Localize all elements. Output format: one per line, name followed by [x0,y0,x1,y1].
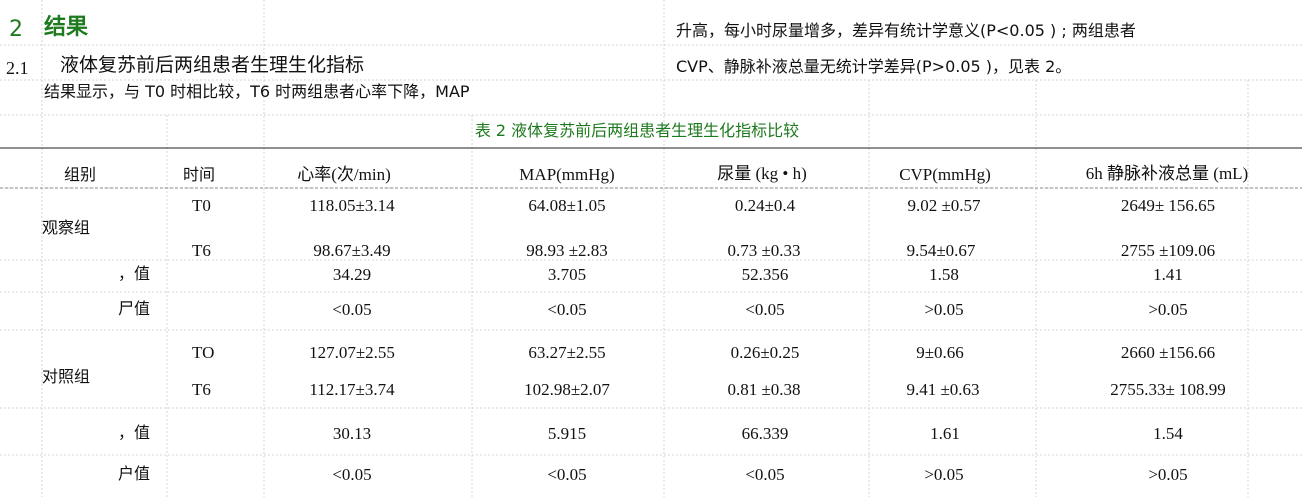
header-group: 组别 [64,165,97,184]
cell-map: 5.915 [547,424,587,443]
cell-cvp: 1.61 [930,424,960,443]
row-time: T6 [192,241,211,260]
section-title: 结果 [44,15,89,40]
cell-fluid-total: 1.54 [1153,424,1183,443]
cell-heart-rate: 30.13 [332,424,372,443]
cell-cvp: >0.05 [924,300,964,319]
cell-heart-rate: 127.07±2.55 [309,343,395,362]
cell-fluid-total: 2660 ±156.66 [1120,343,1216,362]
cell-map: 63.27±2.55 [528,343,606,362]
cell-fluid-total: 2755 ±109.06 [1120,241,1216,260]
header-fluid-total: 6h 静脉补液总量 (mL) [1085,164,1249,183]
cell-urine: 0.81 ±0.38 [727,380,801,399]
group-name-control: 对照组 [42,367,91,386]
row-time: T0 [192,196,211,215]
row-time: T6 [192,380,211,399]
results-text-line3: CVP、静脉补液总量无统计学差异(P>0.05 )，见表 2。 [676,57,1072,76]
subsection-number: 2.1 [6,58,29,78]
cell-cvp: 1.58 [929,265,959,284]
header-heart-rate: 心率(次/min) [297,165,391,184]
header-time: 时间 [183,165,216,184]
cell-fluid-total: >0.05 [1148,465,1188,484]
header-urine: 尿量 (kg • h) [717,164,807,183]
cell-heart-rate: 118.05±3.14 [309,196,395,215]
stat-label-t: ，值 [117,264,150,283]
cell-heart-rate: 112.17±3.74 [309,380,395,399]
row-time: TO [192,343,215,362]
cell-heart-rate: 34.29 [332,265,372,284]
cell-cvp: 9.02 ±0.57 [907,196,981,215]
subsection-title: 液体复苏前后两组患者生理生化指标 [60,54,365,76]
cell-cvp: 9±0.66 [916,343,964,362]
cell-urine: 66.339 [741,424,789,443]
cell-fluid-total: >0.05 [1148,300,1188,319]
cell-fluid-total: 2649± 156.65 [1120,196,1216,215]
cell-urine: 0.73 ±0.33 [727,241,801,260]
cell-urine: 52.356 [741,265,789,284]
results-text-line2: 升高，每小时尿量增多，差异有统计学意义(P<0.05 ) ; 两组患者 [676,21,1136,40]
cell-cvp: 9.54±0.67 [906,241,976,260]
stat-label-p: 户值 [117,464,150,483]
cell-map: 3.705 [547,265,587,284]
cell-map: 64.08±1.05 [528,196,606,215]
cell-cvp: 9.41 ±0.63 [906,380,980,399]
cell-cvp: >0.05 [924,465,964,484]
cell-map: <0.05 [547,465,587,484]
stat-label-p: 尸值 [117,299,150,318]
cell-urine: <0.05 [745,465,785,484]
cell-urine: 0.26±0.25 [730,343,800,362]
cell-map: <0.05 [547,300,587,319]
results-text-line1: 结果显示，与 T0 时相比较，T6 时两组患者心率下降，MAP [44,82,470,101]
section-number: 2 [9,17,23,42]
table-caption: 表 2 液体复苏前后两组患者生理生化指标比较 [474,121,800,140]
header-cvp: CVP(mmHg) [899,165,991,184]
cell-urine: 0.24±0.4 [734,196,796,215]
cell-fluid-total: 1.41 [1153,265,1183,284]
header-map: MAP(mmHg) [519,165,615,184]
cell-heart-rate: <0.05 [332,465,372,484]
stat-label-t: ，值 [117,423,150,442]
cell-urine: <0.05 [745,300,785,319]
cell-heart-rate: 98.67±3.49 [313,241,391,260]
cell-heart-rate: <0.05 [332,300,372,319]
cell-map: 98.93 ±2.83 [526,241,608,260]
group-name-observation: 观察组 [42,218,91,237]
cell-map: 102.98±2.07 [524,380,610,399]
cell-fluid-total: 2755.33± 108.99 [1110,380,1226,399]
